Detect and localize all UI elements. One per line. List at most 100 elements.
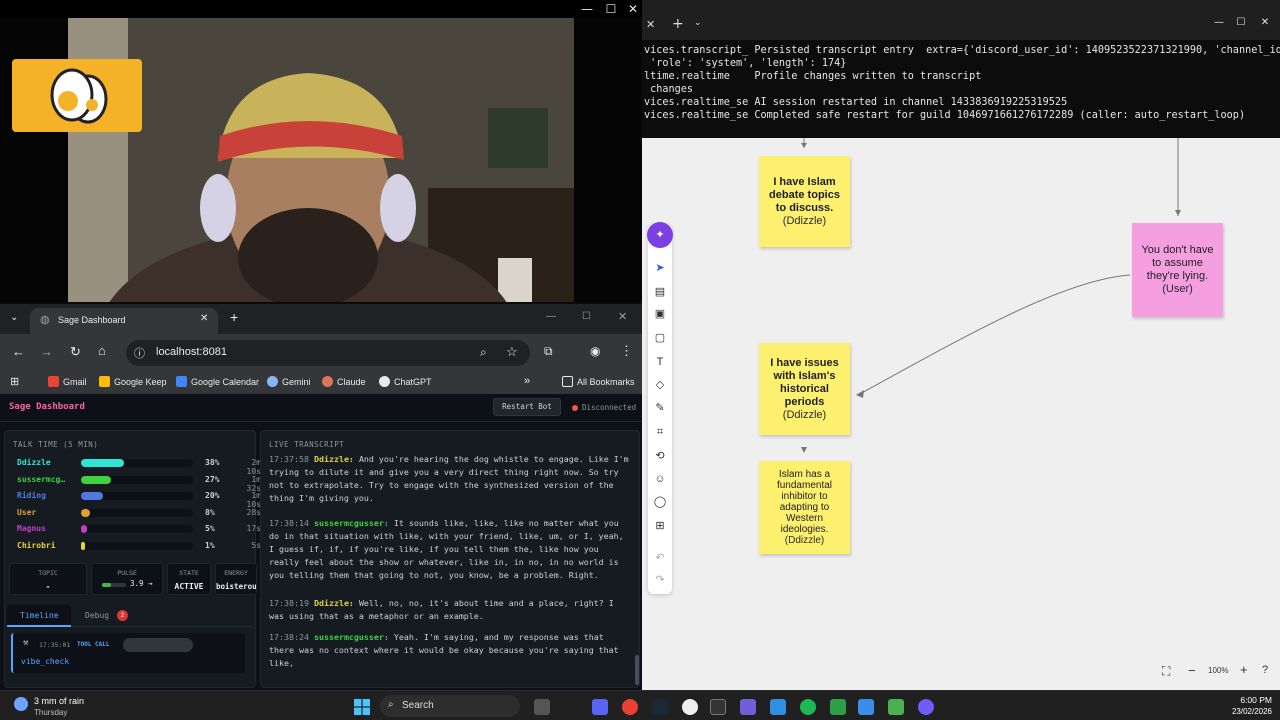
timeline-entry[interactable]: ⚒ 17:35:01 TOOL CALL vibe_check <box>11 633 245 673</box>
game-icon[interactable] <box>830 699 846 715</box>
more-bookmarks-icon[interactable]: » <box>524 375 530 387</box>
close-tab-icon[interactable]: ✕ <box>200 313 208 324</box>
speaker-name: sussermcg… <box>17 474 66 484</box>
webcam-titlebar: — ☐ ✕ <box>0 0 642 18</box>
talk-time-duration: 17s <box>246 524 261 533</box>
transcript-entry: 17:38:19 Ddizzle: Well, no, no, it's abo… <box>269 597 631 623</box>
weather-text[interactable]: 3 mm of rain <box>34 696 84 706</box>
app-2-icon[interactable] <box>918 699 934 715</box>
fit-screen-icon[interactable]: ⛶ <box>1162 664 1170 679</box>
bookmark-chatgpt[interactable]: ChatGPT <box>379 376 432 387</box>
bookmark-star-icon[interactable]: ☆ <box>506 344 518 360</box>
tab-search-icon[interactable]: ⌄ <box>10 312 18 323</box>
frame-layout-icon[interactable]: ▣ <box>648 304 672 324</box>
windows-logo <box>354 699 370 715</box>
add-icon[interactable]: ⊞ <box>648 516 672 536</box>
notes-icon[interactable] <box>858 699 874 715</box>
browser-maximize-button[interactable]: ☐ <box>582 311 591 322</box>
close-tab-icon[interactable]: ✕ <box>646 18 655 31</box>
task-view-icon[interactable] <box>534 699 550 715</box>
bookmark-gmail[interactable]: Gmail <box>48 376 87 387</box>
back-arrow-icon[interactable]: ← <box>12 344 25 359</box>
template-icon[interactable]: ▤ <box>648 282 672 302</box>
sticky-note[interactable]: Islam has a fundamental inhibitor to ada… <box>759 461 850 554</box>
emoji-icon[interactable]: ☺ <box>648 469 672 489</box>
new-tab-icon[interactable]: + <box>230 309 238 325</box>
sticky-note[interactable]: I have Islam debate topics to discuss. (… <box>759 156 850 247</box>
app-icon[interactable] <box>682 699 698 715</box>
connector-icon[interactable]: ⟲ <box>648 446 672 466</box>
vscode-icon[interactable] <box>770 699 786 715</box>
talk-time-bar-fill <box>81 525 87 533</box>
help-icon[interactable]: ? <box>1262 664 1268 676</box>
clock-time[interactable]: 6:00 PM <box>1232 695 1272 705</box>
comment-icon[interactable]: ◯ <box>648 492 672 512</box>
bookmark-gemini[interactable]: Gemini <box>267 376 311 387</box>
globe-icon: ◍ <box>40 314 50 326</box>
reload-icon[interactable]: ↻ <box>70 344 81 360</box>
sticky-note[interactable]: You don't have to assume they're lying. … <box>1132 223 1223 317</box>
steam-icon[interactable] <box>652 699 668 715</box>
maximize-button[interactable]: ☐ <box>600 0 622 18</box>
terminal-minimize-button[interactable]: — <box>1208 14 1230 32</box>
ai-sparkle-icon[interactable]: ✦ <box>647 222 673 248</box>
minimize-button[interactable]: — <box>576 0 598 18</box>
zoom-in-button[interactable]: + <box>1240 662 1248 677</box>
tab-sage-dashboard[interactable]: ◍ Sage Dashboard ✕ <box>30 308 218 334</box>
scrollbar[interactable] <box>635 655 639 685</box>
transcript-speaker: sussermcgusser: <box>313 518 389 528</box>
whiteboard-canvas[interactable]: I have Islam debate topics to discuss. (… <box>642 138 1280 690</box>
info-icon[interactable]: ⓘ <box>134 345 145 361</box>
pen-icon[interactable]: ✎ <box>648 398 672 418</box>
menu-kebab-icon[interactable]: ⋮ <box>620 343 633 359</box>
close-button[interactable]: ✕ <box>622 0 642 18</box>
dashboard-title: Sage Dashboard <box>9 402 85 412</box>
bookmark-google-keep[interactable]: Google Keep <box>99 376 167 387</box>
sticky-note-author: (Ddizzle) <box>782 214 827 227</box>
browser-minimize-button[interactable]: — <box>546 311 556 322</box>
forward-arrow-icon[interactable]: → <box>40 344 53 359</box>
sticky-note-author: (Ddizzle) <box>782 408 827 421</box>
zoom-icon[interactable]: ⌕ <box>480 345 487 360</box>
all-bookmarks-folder[interactable]: All Bookmarks <box>562 376 635 387</box>
restart-bot-button[interactable]: Restart Bot <box>493 398 561 416</box>
chevron-down-icon[interactable]: ⌄ <box>694 18 702 28</box>
windows-start-icon[interactable] <box>354 699 370 715</box>
talk-time-panel: TALK TIME (5 MIN) Ddizzle 38% 2m 10s susser… <box>4 430 261 688</box>
terminal-icon[interactable] <box>710 699 726 715</box>
profile-icon[interactable]: ◉ <box>590 344 600 358</box>
powershell-icon[interactable] <box>740 699 756 715</box>
discord-icon[interactable] <box>592 699 608 715</box>
terminal-maximize-button[interactable]: ☐ <box>1230 14 1252 32</box>
text-icon[interactable]: T <box>648 352 672 372</box>
apps-grid-icon[interactable]: ⊞ <box>10 375 19 388</box>
extensions-icon[interactable]: ⧉ <box>544 344 553 359</box>
energy-label: ENERGY <box>224 569 248 577</box>
frame-icon[interactable]: ⌗ <box>648 422 672 442</box>
bookmark-claude[interactable]: Claude <box>322 376 366 387</box>
all-bookmarks-label: All Bookmarks <box>577 377 635 387</box>
home-icon[interactable]: ⌂ <box>98 343 106 358</box>
terminal-close-button[interactable]: ✕ <box>1254 14 1276 32</box>
keep-icon <box>99 376 110 387</box>
redo-icon[interactable]: ↷ <box>648 570 672 590</box>
new-tab-icon[interactable]: + <box>672 16 684 32</box>
shapes-icon[interactable]: ◇ <box>648 375 672 395</box>
select-pointer-icon[interactable]: ➤ <box>648 258 672 278</box>
play-icon[interactable] <box>888 699 904 715</box>
search-box[interactable]: ⌕ Search <box>380 695 520 717</box>
energy-value: boisterous <box>216 582 257 591</box>
undo-icon[interactable]: ↶ <box>648 548 672 568</box>
egg-logo <box>12 59 142 132</box>
sticky-note[interactable]: I have issues with Islam's historical pe… <box>759 343 850 435</box>
browser-close-button[interactable]: ✕ <box>618 310 627 323</box>
chrome-icon[interactable] <box>622 699 638 715</box>
webcam-person-image <box>68 18 574 302</box>
sticky-note-icon[interactable]: ▢ <box>648 328 672 348</box>
obs-icon[interactable] <box>800 699 816 715</box>
tab-debug[interactable]: Debug <box>85 611 109 620</box>
bookmark-google-calendar[interactable]: Google Calendar <box>176 376 259 387</box>
zoom-out-button[interactable]: − <box>1188 663 1196 678</box>
address-bar[interactable]: ⓘ localhost:8081 ⌕ ☆ <box>126 340 530 366</box>
state-label: STATE <box>179 569 199 577</box>
